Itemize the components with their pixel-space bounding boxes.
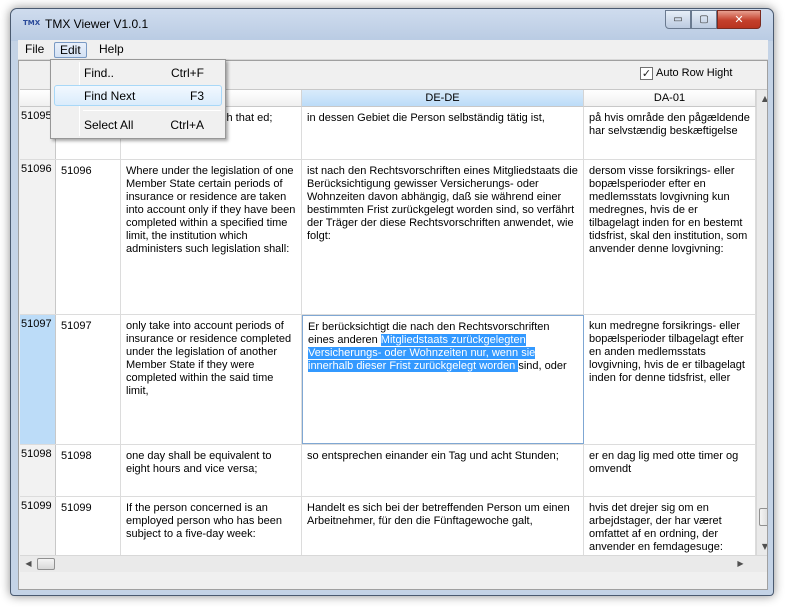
window-title: TMX Viewer V1.0.1: [45, 17, 149, 31]
target-da-cell[interactable]: er en dag lig med otte timer og omvendt: [584, 445, 756, 496]
target-da-cell[interactable]: kun medregne forsikrings- eller bopælspe…: [584, 315, 756, 444]
horizontal-scrollbar[interactable]: ◀ ▶: [20, 555, 767, 572]
target-de-cell[interactable]: Handelt es sich bei der betreffenden Per…: [302, 497, 584, 555]
edit-menu-dropdown: Find.. Ctrl+F Find Next F3 Select All Ct…: [50, 59, 226, 139]
source-cell[interactable]: Where under the legislation of one Membe…: [121, 160, 302, 314]
table-row[interactable]: 51097 51097 only take into account perio…: [20, 315, 767, 445]
maximize-button[interactable]: ▢: [691, 10, 717, 29]
menu-item-shortcut: Ctrl+A: [170, 118, 204, 132]
auto-row-height-checkbox[interactable]: ✓: [640, 67, 653, 80]
id-cell[interactable]: 51097: [56, 315, 121, 444]
table-row[interactable]: 51099 51099 If the person concerned is a…: [20, 497, 767, 555]
auto-row-height-label[interactable]: Auto Row Hight: [656, 67, 732, 79]
target-de-cell[interactable]: ist nach den Rechtsvorschriften eines Mi…: [302, 160, 584, 314]
scroll-left-arrow-icon[interactable]: ◀: [20, 556, 37, 572]
row-header[interactable]: 51098: [20, 445, 56, 496]
column-header-de[interactable]: DE-DE: [302, 90, 584, 107]
menu-item-find-next[interactable]: Find Next F3: [54, 85, 222, 106]
menu-item-shortcut: Ctrl+F: [171, 66, 204, 80]
menu-item-find[interactable]: Find.. Ctrl+F: [54, 63, 222, 84]
menu-bar: File Edit Help: [18, 40, 768, 60]
table-row[interactable]: 51096 51096 Where under the legislation …: [20, 160, 767, 315]
app-icon: TMX: [23, 19, 41, 27]
menu-item-shortcut: F3: [189, 89, 204, 103]
id-cell[interactable]: 51098: [56, 445, 121, 496]
target-da-cell[interactable]: hvis det drejer sig om en arbejdstager, …: [584, 497, 756, 555]
horizontal-scroll-thumb[interactable]: [37, 558, 55, 570]
vertical-scrollbar[interactable]: ▲ ▼: [756, 90, 767, 555]
target-da-cell[interactable]: dersom visse forsikrings- eller bopælspe…: [584, 160, 756, 314]
row-header[interactable]: 51096: [20, 160, 56, 314]
table-row[interactable]: 51098 51098 one day shall be equivalent …: [20, 445, 767, 497]
close-button[interactable]: ✕: [717, 10, 761, 29]
id-cell[interactable]: 51096: [56, 160, 121, 314]
row-header[interactable]: 51099: [20, 497, 56, 555]
target-de-cell[interactable]: in dessen Gebiet die Person selbständig …: [302, 107, 584, 159]
scroll-up-arrow-icon[interactable]: ▲: [757, 90, 767, 107]
menu-separator: [83, 110, 221, 111]
vertical-scroll-thumb[interactable]: [759, 508, 767, 526]
target-de-edit-cell[interactable]: Er berücksichtigt die nach den Rechtsvor…: [302, 315, 584, 444]
menu-item-label: Find Next: [84, 89, 136, 103]
minimize-button[interactable]: ▭: [665, 10, 691, 29]
menu-item-label: Find..: [84, 66, 115, 80]
title-bar[interactable]: TMX TMX Viewer V1.0.1 ▭ ▢ ✕: [11, 9, 773, 41]
source-cell[interactable]: only take into account periods of insura…: [121, 315, 302, 444]
menu-edit[interactable]: Edit: [54, 42, 87, 58]
scroll-right-arrow-icon[interactable]: ▶: [732, 556, 749, 572]
de-text-after: sind, oder: [518, 360, 567, 372]
menu-item-select-all[interactable]: Select All Ctrl+A: [54, 115, 222, 136]
target-de-cell[interactable]: so entsprechen einander ein Tag und acht…: [302, 445, 584, 496]
target-da-cell[interactable]: på hvis område den pågældende har selvst…: [584, 107, 756, 159]
row-header[interactable]: 51097: [20, 315, 56, 444]
source-cell[interactable]: one day shall be equivalent to eight hou…: [121, 445, 302, 496]
menu-file[interactable]: File: [20, 42, 49, 58]
main-area: ✓ Auto Row Hight DE-DE DA-01 51095 ch th…: [18, 60, 768, 590]
scroll-down-arrow-icon[interactable]: ▼: [757, 538, 767, 555]
id-cell[interactable]: 51099: [56, 497, 121, 555]
menu-help[interactable]: Help: [94, 42, 129, 58]
source-cell[interactable]: If the person concerned is an employed p…: [121, 497, 302, 555]
column-header-da[interactable]: DA-01: [584, 90, 756, 107]
translation-grid: DE-DE DA-01 51095 ch that ed; in dessen …: [20, 89, 767, 555]
menu-item-label: Select All: [84, 118, 134, 132]
